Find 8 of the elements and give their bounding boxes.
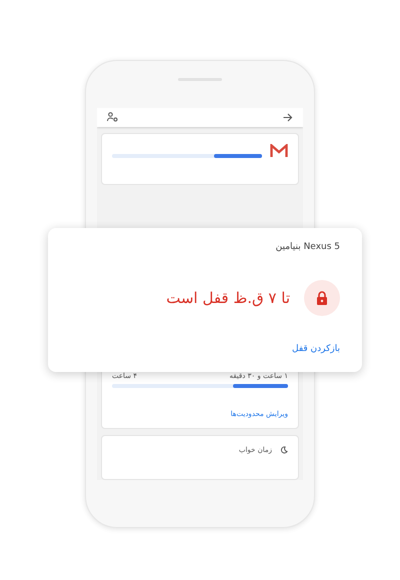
envelope-m-icon <box>270 144 288 158</box>
lock-icon <box>304 280 340 316</box>
people-settings-icon <box>107 112 118 122</box>
moon-icon <box>280 446 288 454</box>
lock-status-text: تا ۷ ق.ظ قفل است <box>166 289 290 307</box>
device-name: Nexus 5 بنیامین <box>276 242 340 252</box>
arrow-right-icon[interactable] <box>283 112 293 122</box>
unlock-link[interactable]: بازکردن قفل <box>292 344 340 354</box>
